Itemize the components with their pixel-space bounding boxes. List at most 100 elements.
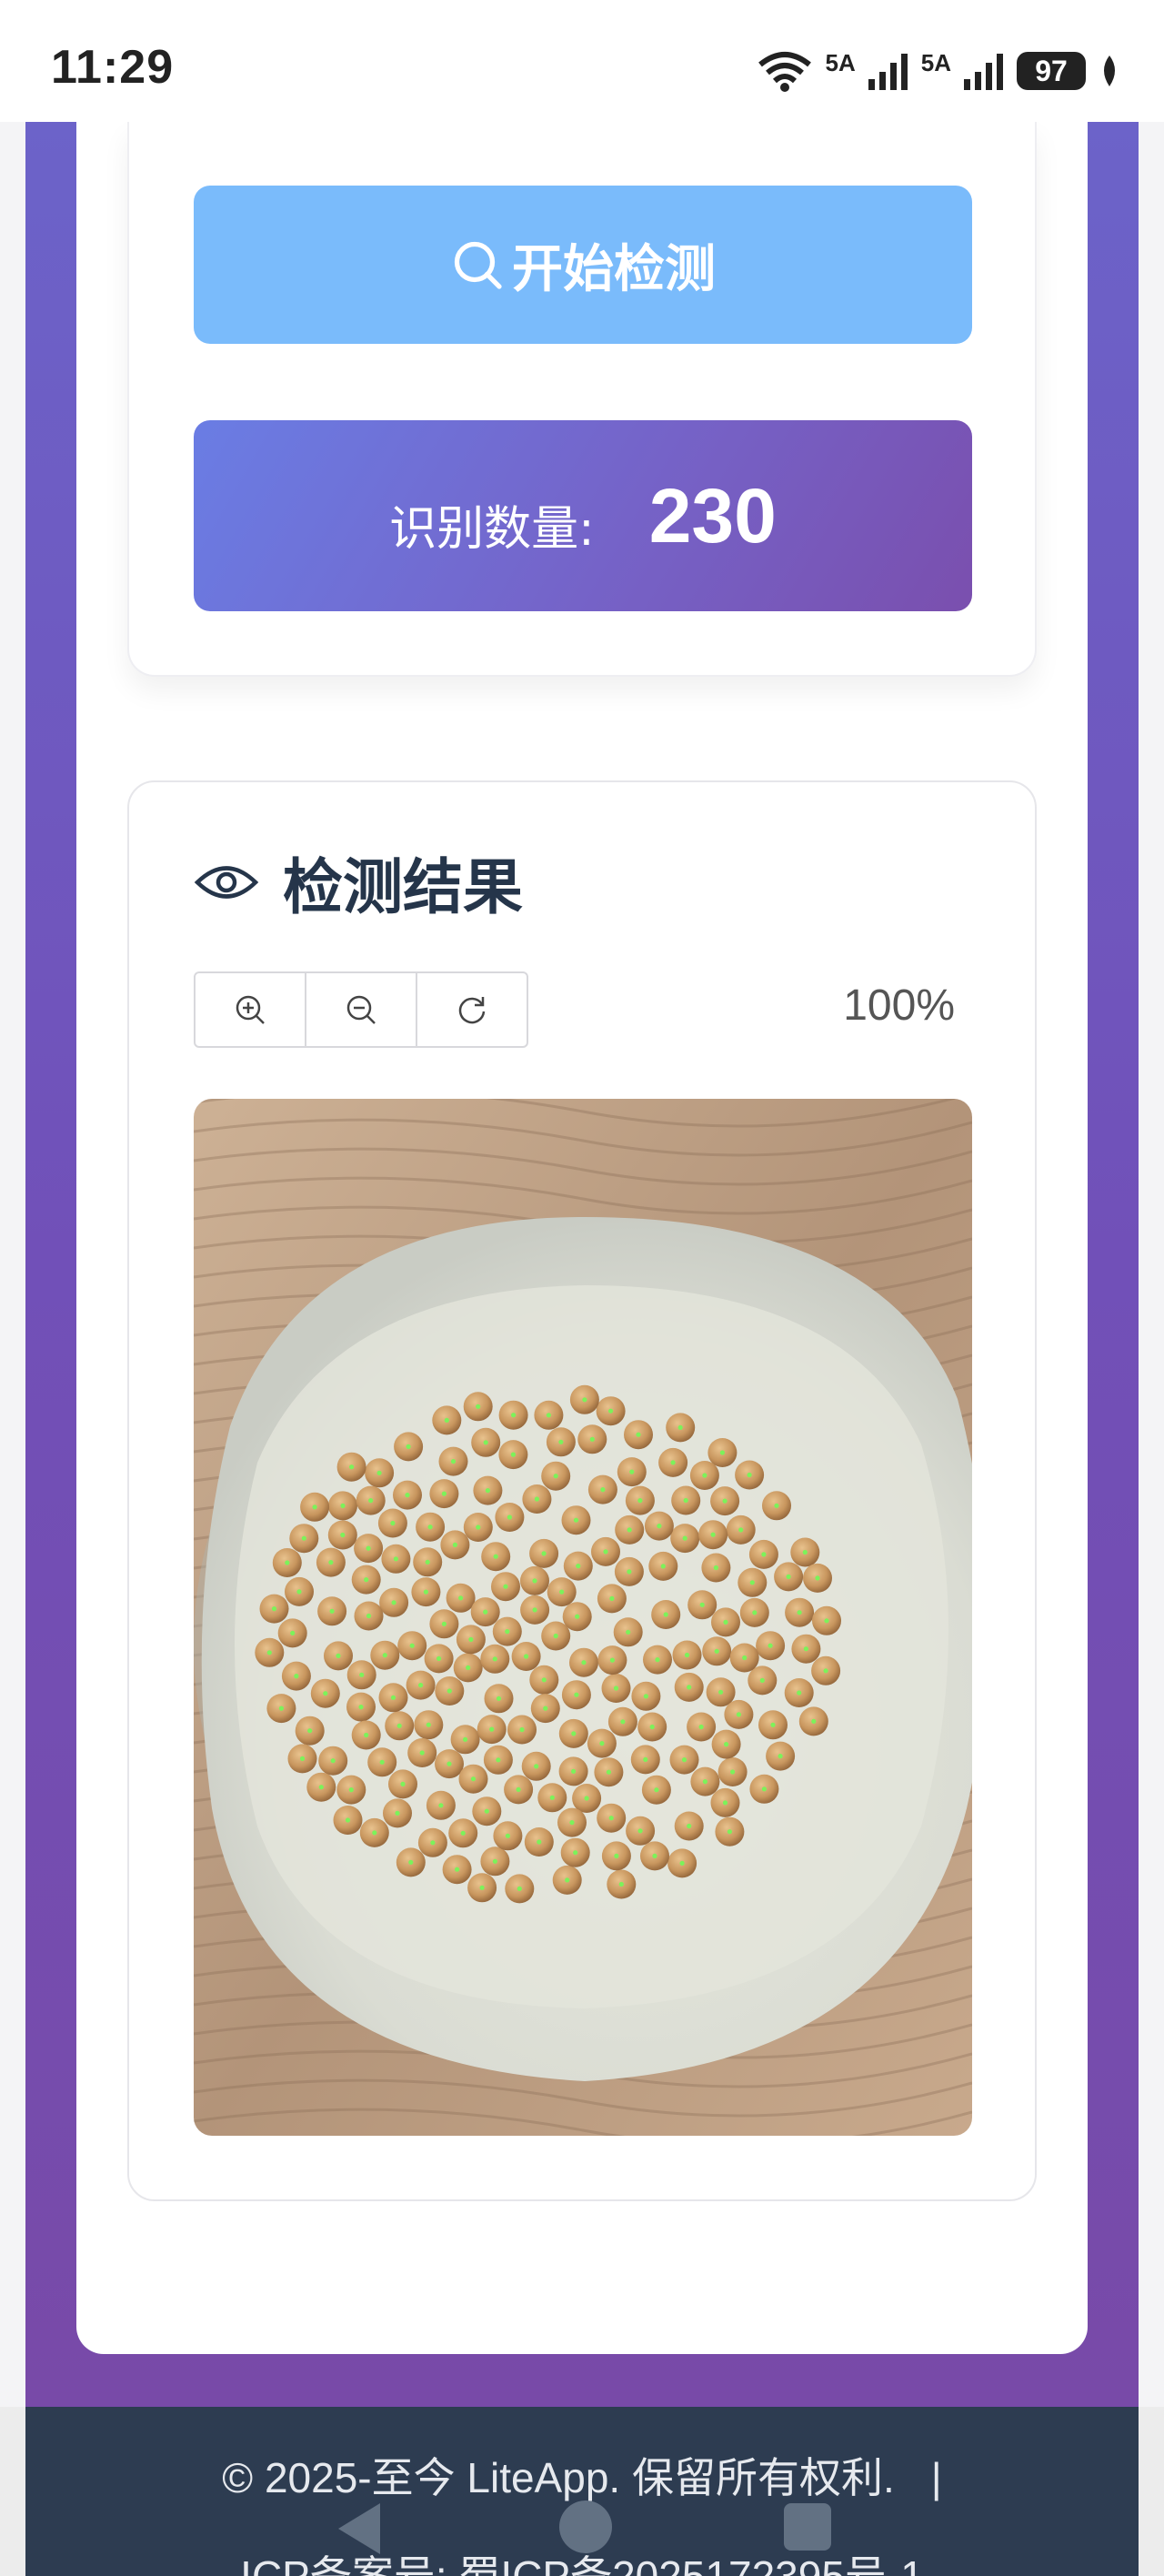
detection-marker (609, 1657, 615, 1663)
count-display: 识别数量: 230 (194, 420, 972, 611)
detection-marker (702, 1473, 707, 1478)
detection-marker (405, 1493, 410, 1498)
result-header: 检测结果 (194, 837, 523, 928)
detection-marker (609, 1595, 615, 1601)
detection-marker (455, 1867, 460, 1872)
detection-marker (576, 1564, 581, 1569)
detection-marker (553, 1633, 558, 1639)
leaf-icon (1104, 55, 1115, 86)
detection-marker (463, 1736, 468, 1742)
detection-marker (312, 1504, 317, 1510)
detection-marker (496, 1696, 502, 1701)
signal-icon (964, 54, 1003, 90)
detection-marker (503, 1584, 508, 1589)
detection-marker (366, 1545, 371, 1551)
detection-marker (543, 1706, 548, 1711)
detection-marker (571, 1731, 577, 1736)
detection-marker (549, 1795, 555, 1800)
detection-marker (318, 1785, 324, 1790)
detection-marker (546, 1413, 551, 1418)
detection-marker (823, 1668, 828, 1674)
detection-marker (485, 1488, 490, 1494)
detection-marker (294, 1674, 299, 1679)
detection-marker (553, 1474, 558, 1479)
detection-marker (299, 1756, 306, 1761)
zoom-out-icon (346, 995, 376, 1024)
detection-marker (396, 1723, 402, 1728)
detection-marker (811, 1718, 817, 1724)
start-detect-button[interactable]: 开始检测 (194, 186, 972, 344)
detection-marker (427, 1524, 433, 1530)
count-value: 230 (648, 472, 777, 558)
zoom-level: 100% (843, 981, 955, 1030)
detection-marker (307, 1728, 313, 1734)
detection-marker (652, 1853, 657, 1858)
detection-marker (447, 1688, 452, 1694)
detection-marker (534, 1496, 539, 1502)
detection-marker (460, 1830, 466, 1836)
detection-marker (559, 1589, 565, 1595)
detection-marker (620, 1719, 626, 1725)
detection-marker (516, 1786, 521, 1792)
detection-marker (643, 1756, 648, 1762)
detection-marker (803, 1646, 809, 1652)
detection-marker (393, 1556, 398, 1562)
detection-marker (713, 1565, 719, 1571)
detection-marker (687, 1823, 692, 1829)
home-icon[interactable] (557, 2498, 615, 2556)
detection-marker (349, 1464, 355, 1470)
detection-marker (660, 1564, 666, 1569)
detection-marker (476, 1524, 481, 1530)
detection-marker (608, 1816, 614, 1821)
detection-marker (581, 1660, 587, 1665)
detection-marker (476, 1404, 481, 1409)
footer-copyright-line: © 2025-至今 LiteApp. 保留所有权利. | (25, 2445, 1139, 2505)
detection-marker (483, 1609, 488, 1615)
detection-marker (684, 1652, 690, 1658)
detection-marker (627, 1527, 632, 1533)
start-detect-label: 开始检测 (512, 239, 716, 297)
detection-marker (629, 1469, 635, 1474)
detection-marker (296, 1589, 302, 1595)
reset-zoom-button[interactable] (417, 973, 527, 1046)
detection-marker (571, 1768, 577, 1774)
detection-marker (507, 1514, 512, 1520)
detection-marker (450, 1459, 457, 1464)
detection-marker (390, 1520, 396, 1526)
network-label-2: 5A (920, 48, 951, 76)
search-icon (454, 241, 502, 289)
detection-marker (752, 1610, 758, 1615)
detection-marker (419, 1750, 425, 1756)
detection-marker (340, 1532, 346, 1538)
back-icon[interactable] (333, 2500, 387, 2558)
detection-marker (724, 1742, 729, 1747)
detection-marker (749, 1580, 755, 1585)
detection-marker (637, 1828, 643, 1834)
detection-marker (649, 1724, 655, 1730)
detection-marker (710, 1532, 716, 1537)
result-title: 检测结果 (283, 852, 523, 922)
detection-marker (519, 1726, 525, 1733)
status-time: 11:29 (51, 41, 175, 94)
detection-marker (336, 1653, 341, 1658)
count-label: 识别数量: (389, 501, 595, 557)
detection-marker (511, 1413, 517, 1418)
detection-marker (452, 1542, 457, 1547)
zoom-out-button[interactable] (306, 973, 417, 1046)
detection-marker (458, 1595, 464, 1601)
detection-marker (379, 1759, 385, 1765)
detection-marker (677, 1424, 683, 1430)
recents-icon[interactable] (780, 2500, 835, 2554)
footer-separator: | (930, 2454, 942, 2501)
zoom-in-button[interactable] (196, 973, 306, 1046)
detection-marker (608, 1408, 614, 1414)
detection-marker (423, 1589, 428, 1595)
detection-marker (747, 1472, 752, 1478)
detection-marker (290, 1630, 296, 1635)
detection-result-photo (194, 1099, 972, 2136)
detection-marker (682, 1535, 687, 1541)
result-image[interactable] (194, 1099, 972, 2136)
detection-marker (266, 1650, 272, 1655)
detection-marker (606, 1769, 611, 1775)
detection-marker (558, 1439, 564, 1444)
